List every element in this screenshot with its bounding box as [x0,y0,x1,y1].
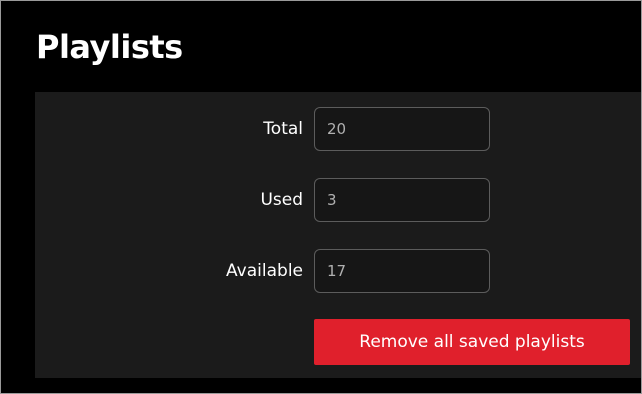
used-label: Used [260,190,303,210]
playlists-panel: Total Used Available Remove all saved pl… [35,92,641,378]
total-label: Total [263,119,303,139]
total-field[interactable] [314,107,490,151]
page-title: Playlists [36,28,183,66]
used-field[interactable] [314,178,490,222]
playlists-window: Playlists Total Used Available Remove al… [0,0,642,394]
remove-all-playlists-button[interactable]: Remove all saved playlists [314,319,630,365]
available-field[interactable] [314,249,490,293]
available-label: Available [226,261,303,281]
